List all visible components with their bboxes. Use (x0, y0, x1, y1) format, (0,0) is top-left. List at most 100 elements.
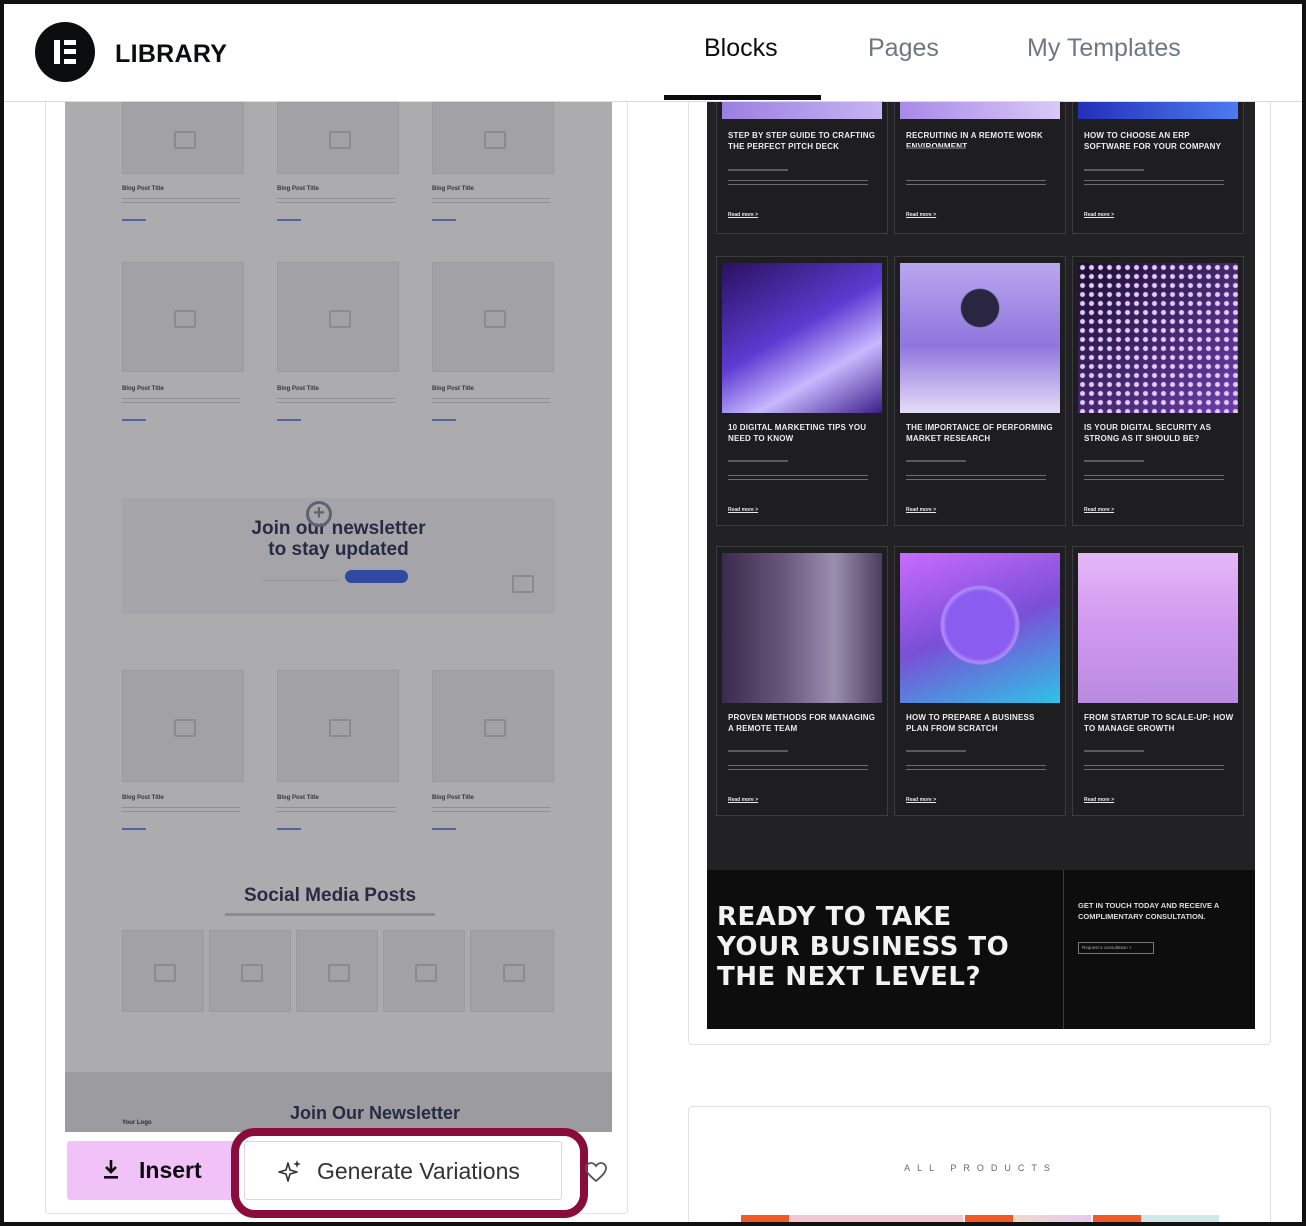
post-image (900, 263, 1060, 413)
read-more-link: Read more > (1084, 507, 1115, 513)
image-placeholder-icon (277, 102, 399, 174)
post-excerpt (1084, 180, 1224, 187)
sale-badge (1093, 1215, 1141, 1222)
post-excerpt (432, 198, 550, 206)
image-placeholder-icon (296, 930, 378, 1012)
read-more-link (122, 828, 146, 830)
post-excerpt (432, 398, 550, 406)
template-card-right[interactable]: Step by step guide to crafting the perfe… (688, 102, 1271, 1045)
image-placeholder-icon (122, 262, 244, 372)
read-more-link: Read more > (728, 507, 759, 513)
blog-post-card: From startup to scale-up: how to manage … (1072, 546, 1244, 816)
post-image (722, 263, 882, 413)
tab-pages[interactable]: Pages (868, 34, 939, 63)
post-title: Blog Post Title (122, 186, 164, 192)
read-more-link: Read more > (728, 797, 759, 803)
tab-my-templates[interactable]: My Templates (1027, 34, 1181, 63)
post-image (900, 102, 1060, 119)
newsletter-section: Join our newsletter to stay updated (122, 498, 555, 614)
post-excerpt (277, 198, 395, 206)
read-more-link: Read more > (906, 212, 937, 218)
generate-variations-label: Generate Variations (317, 1158, 520, 1184)
image-placeholder-icon (209, 930, 291, 1012)
template-card-left[interactable]: Blog Post Title Blog Post Title Blog Pos… (45, 102, 628, 1214)
read-more-link (432, 828, 456, 830)
post-title: The importance of performing market rese… (906, 423, 1053, 443)
post-excerpt (122, 398, 240, 406)
cta-consultation-button: Request a consultation > (1078, 942, 1154, 954)
blog-post-card: How to prepare a business plan from scra… (894, 546, 1066, 816)
post-excerpt (1084, 475, 1224, 482)
cta-divider (1063, 870, 1064, 1029)
post-meta (728, 750, 788, 752)
post-image (1078, 553, 1238, 703)
post-title: Step by step guide to crafting the perfe… (728, 131, 876, 151)
footer-newsletter-title: Join Our Newsletter (290, 1103, 461, 1123)
plus-circle-icon: + (306, 501, 332, 527)
library-modal: LIBRARY Blocks Pages My Templates Blog P… (0, 0, 1306, 1226)
read-more-link (277, 828, 301, 830)
post-title: 10 digital marketing tips you need to kn… (728, 423, 867, 443)
post-excerpt (1084, 765, 1224, 772)
blog-post-card: 10 digital marketing tips you need to kn… (716, 256, 888, 526)
read-more-link (277, 219, 301, 221)
blog-post-card: The importance of performing market rese… (894, 256, 1066, 526)
post-excerpt (277, 398, 395, 406)
post-excerpt (122, 807, 240, 815)
post-excerpt (277, 807, 395, 815)
cta-title: READY TO TAKE YOUR BUSINESS TO THE NEXT … (717, 902, 1010, 992)
post-title: How to choose an ERP software for your c… (1084, 131, 1222, 151)
library-title: LIBRARY (115, 40, 228, 68)
post-excerpt (122, 198, 240, 206)
post-meta (1084, 460, 1144, 462)
template-card-right-2[interactable]: ALL PRODUCTS (688, 1106, 1271, 1222)
sale-badge (741, 1215, 789, 1222)
blog-post-card: Recruiting in a remote work environment … (894, 102, 1066, 234)
post-title: Blog Post Title (277, 795, 319, 801)
read-more-link (432, 219, 456, 221)
template-preview-right[interactable]: Step by step guide to crafting the perfe… (707, 102, 1255, 1029)
read-more-link (432, 419, 456, 421)
post-title: Blog Post Title (122, 386, 164, 392)
post-title: Is your digital security as strong as it… (1084, 423, 1212, 443)
post-meta (906, 460, 966, 462)
read-more-link (277, 419, 301, 421)
post-excerpt (906, 180, 1046, 187)
post-meta (906, 750, 966, 752)
post-excerpt (906, 765, 1046, 772)
newsletter-email-input (262, 571, 340, 581)
post-image (722, 102, 882, 119)
image-placeholder-icon (122, 670, 244, 782)
post-excerpt (728, 765, 868, 772)
all-products-heading: ALL PRODUCTS (904, 1163, 1057, 1173)
post-meta (728, 460, 788, 462)
favorite-heart-icon[interactable] (584, 1160, 608, 1184)
post-excerpt (728, 180, 868, 187)
insert-label: Insert (139, 1157, 202, 1183)
image-placeholder-icon (122, 930, 204, 1012)
read-more-link: Read more > (906, 797, 937, 803)
image-placeholder-icon (512, 575, 534, 593)
read-more-link (122, 419, 146, 421)
cta-subtext: GET IN TOUCH TODAY AND RECEIVE A COMPLIM… (1078, 901, 1219, 921)
ai-sparkle-icon (278, 1160, 301, 1182)
blog-post-card: How to choose an ERP software for your c… (1072, 102, 1244, 234)
post-meta (1084, 169, 1144, 171)
image-placeholder-icon (277, 670, 399, 782)
image-placeholder-icon (432, 262, 554, 372)
insert-button[interactable]: Insert (67, 1141, 239, 1200)
image-placeholder-icon (432, 102, 554, 174)
post-meta (906, 147, 966, 149)
template-preview-left[interactable]: Blog Post Title Blog Post Title Blog Pos… (65, 102, 612, 1132)
generate-variations-button[interactable]: Generate Variations (244, 1141, 562, 1200)
read-more-link: Read more > (1084, 212, 1115, 218)
footer-logo: Your Logo (122, 1120, 152, 1126)
newsletter-title: Join our newsletter to stay updated (251, 518, 426, 560)
social-media-subtitle (225, 913, 435, 916)
tab-blocks[interactable]: Blocks (704, 34, 778, 63)
active-tab-indicator (664, 95, 821, 100)
post-title: From startup to scale-up: how to manage … (1084, 713, 1234, 733)
read-more-link (122, 219, 146, 221)
image-placeholder-icon (470, 930, 554, 1012)
post-meta (1084, 750, 1144, 752)
